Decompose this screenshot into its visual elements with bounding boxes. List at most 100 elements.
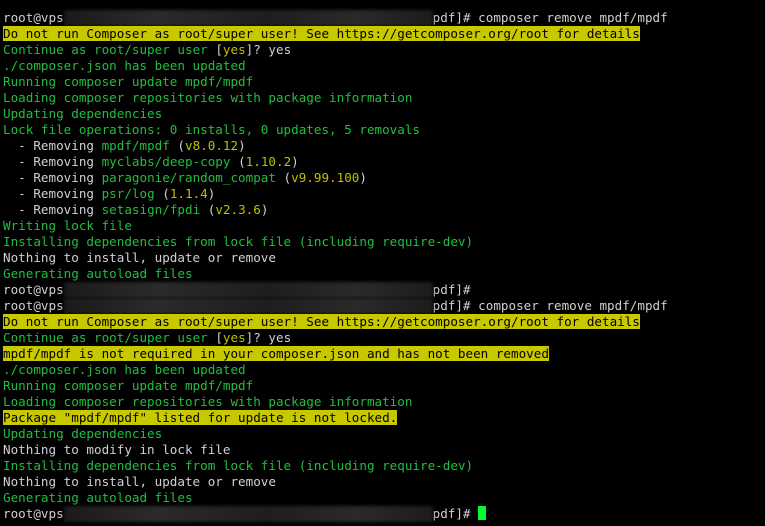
output-text: ( (154, 186, 170, 201)
output-text: ./composer.json has been updated (3, 58, 246, 73)
terminal-line: root@vps pdf]# (0, 282, 765, 298)
output-text: pdf]# (432, 282, 471, 297)
output-text: myclabs/deep-copy (101, 154, 231, 169)
output-text: root@vps (3, 298, 64, 313)
output-text: [ (215, 330, 223, 345)
output-text: Running composer update mpdf/mpdf (3, 74, 254, 89)
output-text: - Removing (3, 186, 102, 201)
output-text: Installing dependencies from lock file (… (3, 234, 474, 249)
output-text: pdf]# (432, 506, 479, 521)
output-text: yes (222, 42, 246, 57)
output-text: Generating autoload files (3, 490, 193, 505)
output-text: Writing lock file (3, 218, 132, 233)
output-text: v8.0.12 (185, 138, 239, 153)
output-text: root@vps (3, 506, 64, 521)
terminal-line: Loading composer repositories with packa… (0, 394, 765, 410)
redacted-hostname (63, 298, 433, 314)
terminal-line: Loading composer repositories with packa… (0, 90, 765, 106)
terminal-line: Do not run Composer as root/super user! … (0, 26, 765, 42)
terminal-line: ./composer.json has been updated (0, 58, 765, 74)
terminal-line: - Removing paragonie/random_compat (v9.9… (0, 170, 765, 186)
terminal-line: Package "mpdf/mpdf" listed for update is… (0, 410, 765, 426)
output-text: pdf]# composer remove mpdf/mpdf (432, 10, 668, 25)
output-text: - Removing (3, 170, 102, 185)
output-text: Loading composer repositories with packa… (3, 394, 413, 409)
output-text: Nothing to modify in lock file (3, 442, 231, 457)
output-text: Continue as root/super user (3, 330, 216, 345)
output-text: ( (200, 202, 216, 217)
terminal-line: Updating dependencies (0, 106, 765, 122)
terminal-line: Running composer update mpdf/mpdf (0, 74, 765, 90)
terminal-line: root@vps pdf]# composer remove mpdf/mpdf (0, 298, 765, 314)
output-text: paragonie/random_compat (101, 170, 276, 185)
output-text: ) (260, 202, 269, 217)
output-text: - Removing (3, 138, 102, 153)
output-text: - Removing (3, 202, 102, 217)
output-text: ( (230, 154, 246, 169)
output-text: mpdf/mpdf (101, 138, 170, 153)
output-text: Continue as root/super user (3, 42, 216, 57)
output-text: Generating autoload files (3, 266, 193, 281)
output-text: setasign/fpdi (101, 202, 201, 217)
output-text: psr/log (101, 186, 155, 201)
output-text: [ (215, 42, 223, 57)
terminal-line: Installing dependencies from lock file (… (0, 234, 765, 250)
terminal-line: Continue as root/super user [yes]? yes (0, 42, 765, 58)
output-text: ./composer.json has been updated (3, 362, 246, 377)
output-text: ( (169, 138, 185, 153)
output-text: Nothing to install, update or remove (3, 250, 276, 265)
output-text: Updating dependencies (3, 106, 163, 121)
output-text: ) (207, 186, 216, 201)
terminal-line: ./composer.json has been updated (0, 362, 765, 378)
output-text: ) (238, 138, 246, 153)
output-text: Running composer update mpdf/mpdf (3, 378, 254, 393)
terminal-cursor (478, 506, 487, 520)
terminal-line: Running composer update mpdf/mpdf (0, 378, 765, 394)
output-text: v9.99.100 (291, 170, 360, 185)
terminal-line: Installing dependencies from lock file (… (0, 458, 765, 474)
terminal-line: root@vps pdf]# (0, 506, 765, 522)
warning-text: mpdf/mpdf is not required in your compos… (3, 346, 549, 361)
output-text: ) (359, 170, 367, 185)
warning-text: Do not run Composer as root/super user! … (3, 26, 640, 41)
output-text: 1.10.2 (245, 154, 292, 169)
output-text: ]? yes (245, 42, 292, 57)
output-text: Loading composer repositories with packa… (3, 90, 413, 105)
output-text: ) (291, 154, 299, 169)
terminal-line: Writing lock file (0, 218, 765, 234)
redacted-hostname (63, 506, 433, 522)
terminal-line: - Removing mpdf/mpdf (v8.0.12) (0, 138, 765, 154)
terminal-line: Updating dependencies (0, 426, 765, 442)
output-text: pdf]# composer remove mpdf/mpdf (432, 298, 668, 313)
output-text: Installing dependencies from lock file (… (3, 458, 474, 473)
output-text: ]? yes (245, 330, 292, 345)
warning-text: Package "mpdf/mpdf" listed for update is… (3, 410, 398, 425)
terminal-line: Nothing to install, update or remove (0, 250, 765, 266)
terminal-line: Continue as root/super user [yes]? yes (0, 330, 765, 346)
output-text: Nothing to install, update or remove (3, 474, 276, 489)
output-text: root@vps (3, 10, 64, 25)
terminal-line: Do not run Composer as root/super user! … (0, 314, 765, 330)
redacted-hostname (63, 10, 433, 26)
terminal-line: Generating autoload files (0, 266, 765, 282)
output-text: ( (275, 170, 292, 185)
output-text: yes (222, 330, 246, 345)
output-text: Updating dependencies (3, 426, 163, 441)
terminal-line: Lock file operations: 0 installs, 0 upda… (0, 122, 765, 138)
warning-text: Do not run Composer as root/super user! … (3, 314, 640, 329)
terminal-line: - Removing psr/log (1.1.4) (0, 186, 765, 202)
terminal-window[interactable]: root@vps pdf]# composer remove mpdf/mpdf D… (0, 0, 765, 526)
terminal-line: - Removing setasign/fpdi (v2.3.6) (0, 202, 765, 218)
output-text: - Removing (3, 154, 102, 169)
terminal-line: mpdf/mpdf is not required in your compos… (0, 346, 765, 362)
terminal-line: Nothing to modify in lock file (0, 442, 765, 458)
terminal-line: Nothing to install, update or remove (0, 474, 765, 490)
redacted-hostname (63, 282, 433, 298)
terminal-line: root@vps pdf]# composer remove mpdf/mpdf (0, 10, 765, 26)
terminal-line: Generating autoload files (0, 490, 765, 506)
output-text: root@vps (3, 282, 64, 297)
output-text: v2.3.6 (215, 202, 261, 217)
terminal-line: - Removing myclabs/deep-copy (1.10.2) (0, 154, 765, 170)
output-text: 1.1.4 (169, 186, 208, 201)
output-text: Lock file operations: 0 installs, 0 upda… (3, 122, 421, 137)
